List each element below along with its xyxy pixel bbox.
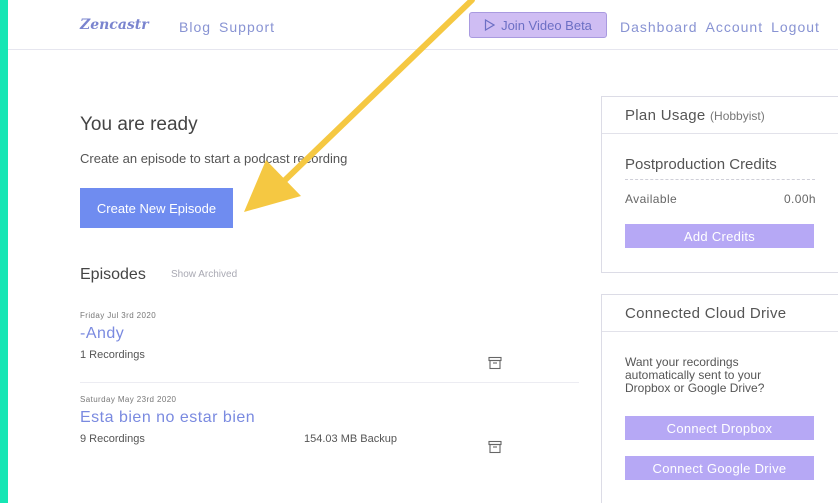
connect-dropbox-button[interactable]: Connect Dropbox [625, 416, 814, 440]
episodes-heading: Episodes [80, 266, 146, 283]
cloud-drive-header: Connected Cloud Drive [602, 295, 838, 332]
episode-meta: 1 Recordings [80, 349, 579, 363]
episode-item: Friday Jul 3rd 2020 -Andy 1 Recordings [80, 311, 579, 363]
episode-title-link[interactable]: -Andy [80, 325, 579, 343]
plan-name: (Hobbyist) [710, 109, 765, 123]
episode-title-link[interactable]: Esta bien no estar bien [80, 409, 579, 427]
episode-recordings-count: 1 Recordings [80, 349, 145, 361]
cloud-drive-card: Connected Cloud Drive Want your recordin… [601, 294, 838, 503]
page-subtitle: Create an episode to start a podcast rec… [80, 151, 348, 166]
plan-usage-card: Plan Usage (Hobbyist) Postproduction Cre… [601, 96, 838, 273]
nav-dashboard-link[interactable]: Dashboard [620, 19, 698, 35]
episode-backup-size: 154.03 MB Backup [304, 433, 397, 445]
available-label: Available [625, 192, 678, 206]
page-title: You are ready [80, 114, 198, 135]
show-archived-link[interactable]: Show Archived [171, 269, 237, 280]
app-frame: Zencastr Blog Support Join Video Beta Das… [8, 0, 838, 503]
episode-date: Saturday May 23rd 2020 [80, 395, 177, 404]
create-new-episode-button[interactable]: Create New Episode [80, 188, 233, 228]
episode-date: Friday Jul 3rd 2020 [80, 311, 157, 320]
top-navbar: Zencastr Blog Support Join Video Beta Das… [8, 0, 838, 50]
add-credits-button[interactable]: Add Credits [625, 224, 814, 248]
join-video-beta-label: Join Video Beta [501, 17, 592, 33]
cloud-drive-title: Connected Cloud Drive [625, 305, 787, 322]
archive-icon[interactable] [488, 356, 502, 370]
episode-item: Saturday May 23rd 2020 Esta bien no esta… [80, 395, 579, 447]
plan-usage-header: Plan Usage (Hobbyist) [602, 97, 838, 134]
nav-left: Blog Support [179, 19, 283, 35]
logo[interactable]: Zencastr [80, 17, 149, 33]
episode-divider [80, 382, 579, 383]
nav-right: Dashboard Account Logout [620, 19, 828, 35]
available-value: 0.00h [783, 192, 816, 206]
join-video-beta-button[interactable]: Join Video Beta [469, 12, 607, 38]
archive-icon[interactable] [488, 440, 502, 454]
connect-google-drive-button[interactable]: Connect Google Drive [625, 456, 814, 480]
nav-blog-link[interactable]: Blog [179, 19, 211, 35]
play-icon [484, 19, 496, 31]
episode-recordings-count: 9 Recordings [80, 433, 145, 445]
nav-support-link[interactable]: Support [219, 19, 275, 35]
postproduction-credits-title: Postproduction Credits [625, 156, 815, 180]
nav-logout-link[interactable]: Logout [771, 19, 820, 35]
nav-account-link[interactable]: Account [706, 19, 764, 35]
episode-meta: 9 Recordings 154.03 MB Backup [80, 433, 579, 447]
cloud-drive-description: Want your recordings automatically sent … [625, 355, 765, 395]
plan-usage-title: Plan Usage [625, 107, 706, 124]
